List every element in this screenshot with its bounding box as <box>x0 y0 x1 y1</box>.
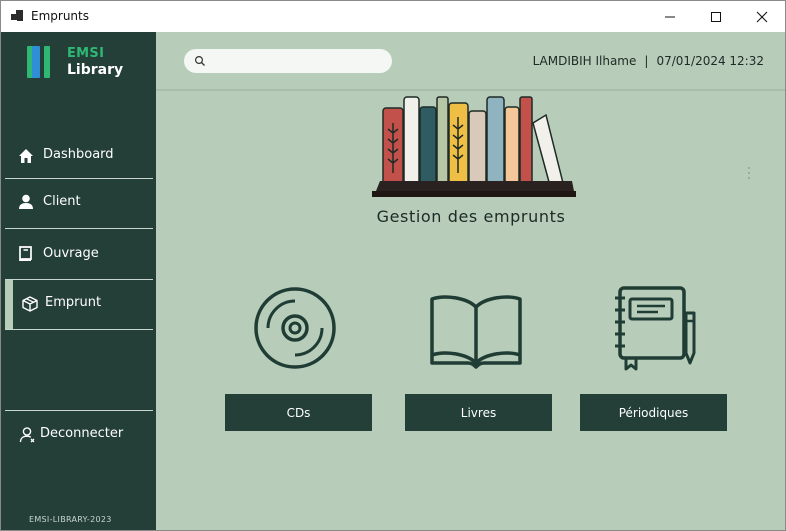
book-icon <box>19 246 32 262</box>
bookshelf-illustration <box>372 96 576 197</box>
user-logout-icon <box>19 427 35 443</box>
current-datetime: 07/01/2024 12:32 <box>656 54 764 68</box>
logout-label: Deconnecter <box>40 426 124 441</box>
open-book-icon <box>430 295 522 369</box>
sidebar-item-ouvrage[interactable]: Ouvrage <box>5 229 153 277</box>
page-title: Gestion des emprunts <box>376 207 566 226</box>
user-name: LAMDIBIH Ilhame <box>532 54 637 68</box>
notebook-icon <box>615 286 696 371</box>
sidebar-item-label: Ouvrage <box>43 246 99 261</box>
main-content: Gestion des emprunts CDs Livres Périodiq… <box>156 93 785 530</box>
app-icon <box>11 10 23 22</box>
sidebar: EMSI Library Dashboard Client Ouvrage Em… <box>1 32 156 530</box>
logo-bar-green-2 <box>44 46 50 78</box>
search-icon <box>194 55 205 66</box>
minimize-icon <box>665 16 675 17</box>
sidebar-divider <box>5 329 153 330</box>
sidebar-item-label: Client <box>43 194 81 209</box>
minimize-button[interactable] <box>647 1 693 32</box>
user-info: LAMDIBIH Ilhame | 07/01/2024 12:32 <box>533 54 764 68</box>
sidebar-item-dashboard[interactable]: Dashboard <box>5 132 153 180</box>
maximize-button[interactable] <box>693 1 739 32</box>
sidebar-divider <box>5 410 153 411</box>
search-box[interactable] <box>184 49 392 73</box>
cd-icon <box>254 287 336 369</box>
logo-text-library: Library <box>67 62 124 78</box>
close-icon <box>756 11 768 22</box>
home-icon <box>19 149 33 163</box>
library-logo: EMSI Library <box>27 46 127 82</box>
sidebar-item-label: Emprunt <box>45 295 102 310</box>
title-bar[interactable]: Emprunts <box>1 1 785 32</box>
header-separator: | <box>644 54 649 68</box>
close-button[interactable] <box>739 1 785 32</box>
more-options-icon[interactable] <box>747 167 751 181</box>
periodiques-button[interactable]: Périodiques <box>580 394 727 431</box>
sidebar-item-emprunt[interactable]: Emprunt <box>5 280 153 328</box>
app-window: Emprunts EMSI Library Dashboard Client O… <box>0 0 786 531</box>
logo-text-emsi: EMSI <box>67 46 105 61</box>
search-input[interactable] <box>212 52 382 70</box>
logout-button[interactable]: Deconnecter <box>5 412 153 460</box>
cds-button[interactable]: CDs <box>225 394 372 431</box>
maximize-icon <box>711 11 721 22</box>
top-bar: LAMDIBIH Ilhame | 07/01/2024 12:32 <box>156 32 785 91</box>
box-icon <box>22 296 38 312</box>
window-title: Emprunts <box>31 9 89 23</box>
user-icon <box>19 194 33 209</box>
sidebar-footer: EMSI-LIBRARY-2023 <box>29 515 112 524</box>
livres-button[interactable]: Livres <box>405 394 552 431</box>
sidebar-item-client[interactable]: Client <box>5 179 153 227</box>
sidebar-item-label: Dashboard <box>43 147 114 162</box>
logo-bar-blue <box>32 46 40 78</box>
